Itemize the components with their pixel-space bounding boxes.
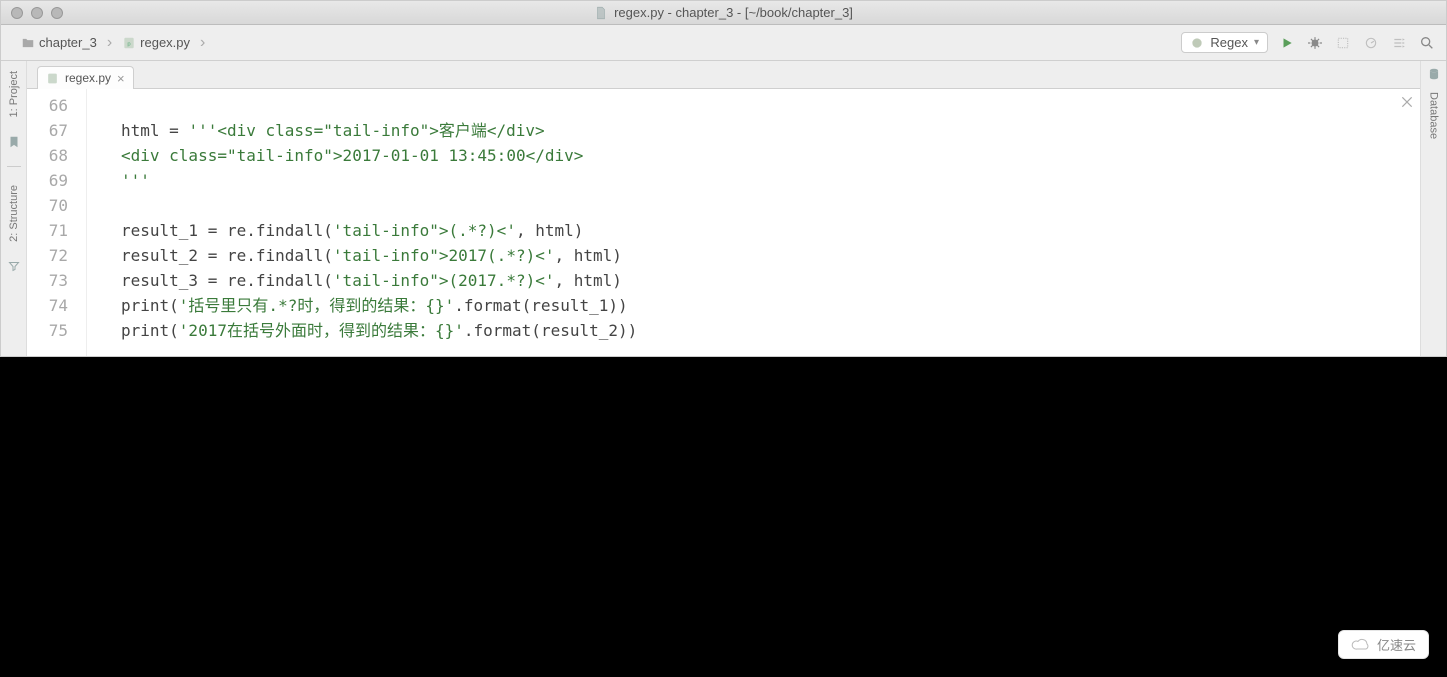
structure-tool-label: 2: Structure (8, 185, 20, 242)
breadcrumb-item-file[interactable]: p regex.py (118, 33, 194, 52)
run-coverage-button[interactable] (1334, 34, 1352, 52)
maximize-window-button[interactable] (51, 7, 63, 19)
cloud-icon (1351, 637, 1371, 653)
close-window-button[interactable] (11, 7, 23, 19)
close-tab-button[interactable]: × (117, 72, 125, 85)
titlebar: regex.py - chapter_3 - [~/book/chapter_3… (1, 1, 1446, 25)
editor-tab-label: regex.py (65, 71, 111, 85)
watermark-badge: 亿速云 (1338, 630, 1429, 659)
python-file-icon: p (122, 36, 136, 50)
chevron-right-icon: › (107, 35, 112, 51)
project-tool-label: 1: Project (8, 71, 20, 117)
breadcrumb-label: chapter_3 (39, 35, 97, 50)
debug-button[interactable] (1306, 34, 1324, 52)
editor-tabbar: regex.py × (27, 61, 1420, 89)
watermark-text: 亿速云 (1377, 635, 1416, 654)
editor-column: regex.py × 66 67 68 69 70 71 72 73 74 75… (27, 61, 1420, 356)
folder-icon (21, 36, 35, 50)
chevron-right-icon: › (200, 35, 205, 51)
code-editor[interactable]: html = '''<div class="tail-info">客户端</di… (111, 89, 1420, 356)
hide-editor-button[interactable] (1400, 95, 1414, 112)
bookmarks-icon[interactable] (7, 135, 21, 152)
editor-area: 66 67 68 69 70 71 72 73 74 75 html = '''… (27, 89, 1420, 356)
breadcrumb: chapter_3 › p regex.py › (17, 33, 207, 52)
structure-tool-button[interactable]: 2: Structure (8, 181, 20, 246)
editor-tab[interactable]: regex.py × (37, 66, 134, 89)
fold-gutter (87, 89, 111, 356)
file-icon (594, 6, 608, 20)
run-button[interactable] (1278, 34, 1296, 52)
gutter-separator (7, 166, 21, 167)
database-tool-button[interactable]: Database (1428, 88, 1440, 143)
dropdown-caret-icon: ▾ (1254, 37, 1259, 48)
window-title-text: regex.py - chapter_3 - [~/book/chapter_3… (614, 5, 853, 20)
python-icon (1190, 36, 1204, 50)
profile-button[interactable] (1362, 34, 1380, 52)
breadcrumb-item-folder[interactable]: chapter_3 (17, 33, 101, 52)
run-config-label: Regex (1210, 35, 1248, 50)
right-tool-gutter: Database (1420, 61, 1446, 356)
breadcrumb-label: regex.py (140, 35, 190, 50)
navigation-bar: chapter_3 › p regex.py › Regex ▾ (1, 25, 1446, 61)
window-title: regex.py - chapter_3 - [~/book/chapter_3… (1, 5, 1446, 20)
structure-filter-icon[interactable] (8, 260, 20, 275)
concurrent-button[interactable] (1390, 34, 1408, 52)
ide-window: regex.py - chapter_3 - [~/book/chapter_3… (0, 0, 1447, 357)
database-tool-label: Database (1428, 92, 1440, 139)
search-everywhere-button[interactable] (1418, 34, 1436, 52)
python-file-icon (46, 72, 59, 85)
run-configuration-dropdown[interactable]: Regex ▾ (1181, 32, 1268, 53)
minimize-window-button[interactable] (31, 7, 43, 19)
main-area: 1: Project 2: Structure regex.py × (1, 61, 1446, 356)
project-tool-button[interactable]: 1: Project (8, 67, 20, 121)
database-icon (1427, 67, 1441, 84)
window-controls (11, 7, 63, 19)
svg-text:p: p (128, 41, 131, 47)
left-tool-gutter: 1: Project 2: Structure (1, 61, 27, 356)
toolbar-actions: Regex ▾ (1181, 32, 1436, 53)
line-number-gutter: 66 67 68 69 70 71 72 73 74 75 (27, 89, 87, 356)
